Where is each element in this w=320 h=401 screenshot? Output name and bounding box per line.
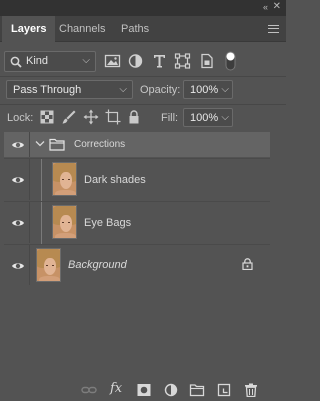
layer-filter-kind-select[interactable]: Kind ⌵ <box>4 51 96 72</box>
lock-image-pixels-icon[interactable] <box>61 109 77 125</box>
layer-group-corrections[interactable]: Corrections <box>4 132 270 157</box>
chevron-down-icon[interactable] <box>35 140 45 148</box>
lock-artboard-icon[interactable] <box>105 109 121 125</box>
tab-layers[interactable]: Layers <box>2 16 56 42</box>
fill-label: Fill: <box>161 112 179 124</box>
visibility-toggle[interactable] <box>4 159 30 200</box>
folder-icon <box>49 138 65 151</box>
separator <box>0 76 286 77</box>
smart-object-filter-icon[interactable] <box>198 53 215 69</box>
fill-field[interactable]: 100% ⌵ <box>183 108 233 127</box>
separator <box>0 104 286 105</box>
filter-kind-label: Kind <box>26 55 49 67</box>
layer-thumbnail[interactable] <box>36 248 61 282</box>
visibility-toggle[interactable] <box>4 132 30 157</box>
layer-dark-shades[interactable]: Dark shades <box>4 158 270 201</box>
blend-mode-value: Pass Through <box>13 84 82 96</box>
panel-title-strip: « ✕ <box>0 0 286 16</box>
add-mask-icon[interactable] <box>136 383 152 397</box>
layer-background[interactable]: Background <box>4 244 270 285</box>
pixel-filter-icon[interactable] <box>104 53 121 69</box>
eye-icon <box>12 263 24 269</box>
group-indent-line <box>41 159 42 201</box>
panel-menu-icon[interactable] <box>268 25 279 33</box>
visibility-toggle[interactable] <box>4 245 30 285</box>
chevron-down-icon: ⌵ <box>82 55 90 66</box>
layers-list: Corrections Dark shades Eye Bags Backgro… <box>4 132 270 285</box>
fx-icon[interactable]: fx <box>110 381 122 396</box>
layer-thumbnail[interactable] <box>52 205 77 239</box>
layer-name[interactable]: Background <box>68 259 127 271</box>
opacity-label: Opacity: <box>140 84 181 96</box>
delete-layer-icon[interactable] <box>243 383 259 397</box>
adjustment-filter-icon[interactable] <box>127 53 144 69</box>
visibility-toggle[interactable] <box>4 202 30 243</box>
shape-filter-icon[interactable] <box>174 53 191 69</box>
layer-eye-bags[interactable]: Eye Bags <box>4 201 270 244</box>
panel-tab-bar: Layers Channels Paths <box>0 16 286 42</box>
layer-name[interactable]: Corrections <box>74 139 125 150</box>
chevron-down-icon[interactable]: ⌵ <box>221 112 229 123</box>
opacity-field[interactable]: 100% ⌵ <box>183 80 233 99</box>
tab-channels[interactable]: Channels <box>50 16 114 42</box>
new-group-icon[interactable] <box>189 383 205 397</box>
eye-icon <box>12 220 24 226</box>
layers-bottom-toolbar: fx <box>0 378 286 401</box>
lock-all-icon[interactable] <box>126 109 142 125</box>
blend-mode-select[interactable]: Pass Through ⌵ <box>6 80 133 99</box>
lock-icon <box>242 258 253 270</box>
fill-value: 100% <box>190 112 219 124</box>
chevron-down-icon: ⌵ <box>119 84 127 95</box>
opacity-value: 100% <box>190 84 219 96</box>
layer-name[interactable]: Dark shades <box>84 174 146 186</box>
filter-toggle-icon[interactable] <box>225 51 236 71</box>
eye-icon <box>12 177 24 183</box>
tab-paths[interactable]: Paths <box>112 16 158 42</box>
layer-thumbnail[interactable] <box>52 162 77 196</box>
search-icon <box>10 56 22 68</box>
group-indent-line <box>41 202 42 244</box>
collapse-panel-icon[interactable]: « <box>263 2 268 12</box>
type-filter-icon[interactable] <box>151 53 168 69</box>
lock-transparent-pixels-icon[interactable] <box>39 109 55 125</box>
lock-position-icon[interactable] <box>83 109 99 125</box>
layer-name[interactable]: Eye Bags <box>84 217 131 229</box>
chevron-down-icon[interactable]: ⌵ <box>221 84 229 95</box>
new-layer-icon[interactable] <box>216 383 232 397</box>
link-layers-icon[interactable] <box>81 383 97 397</box>
new-adjustment-icon[interactable] <box>163 383 179 397</box>
eye-icon <box>12 142 24 148</box>
close-panel-icon[interactable]: ✕ <box>273 1 281 12</box>
lock-label: Lock: <box>7 112 34 124</box>
